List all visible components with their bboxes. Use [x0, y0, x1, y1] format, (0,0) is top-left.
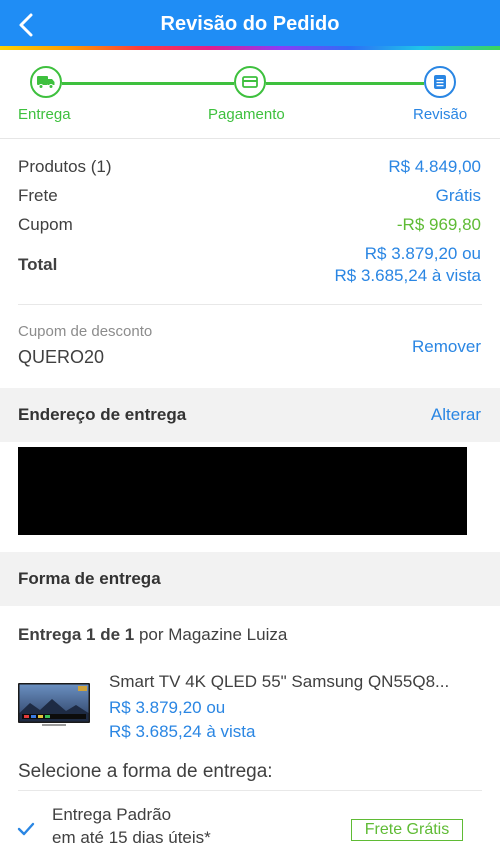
checkout-stepper: Entrega Pagamento Revisão	[0, 54, 500, 139]
step-label-pagamento: Pagamento	[208, 106, 285, 123]
step-pagamento[interactable]	[234, 66, 266, 98]
address-section-header: Endereço de entrega Alterar	[0, 388, 500, 442]
step-label-revisao: Revisão	[413, 106, 468, 123]
coupon-label: Cupom	[18, 215, 73, 234]
total-label: Total	[18, 255, 58, 274]
select-delivery-title: Selecione a forma de entrega:	[18, 761, 273, 782]
delivery-option-eta: em até 15 dias úteis*	[52, 828, 211, 847]
package-seller: por Magazine Luiza	[134, 625, 288, 644]
package-label: Entrega 1 de 1 por Magazine Luiza	[18, 625, 287, 645]
divider	[18, 790, 482, 791]
redacted-address	[18, 447, 467, 535]
brand-stripe	[0, 46, 500, 50]
free-shipping-badge: Frete Grátis	[351, 819, 463, 841]
remove-coupon-link[interactable]: Remover	[412, 337, 481, 357]
step-connector	[266, 82, 424, 85]
delivery-title: Forma de entrega	[18, 569, 161, 588]
product-name: Smart TV 4K QLED 55" Samsung QN55Q8...	[109, 672, 450, 691]
products-label: Produtos (1)	[18, 157, 112, 176]
product-price-installments: R$ 3.879,20 ou	[109, 698, 226, 717]
delivery-section-header: Forma de entrega	[0, 552, 500, 606]
card-icon	[242, 76, 258, 88]
step-connector	[62, 82, 234, 85]
address-title: Endereço de entrega	[18, 405, 187, 424]
truck-icon	[37, 76, 55, 89]
step-revisao[interactable]	[424, 66, 456, 98]
document-icon	[434, 75, 446, 89]
product-thumbnail	[18, 683, 90, 726]
checkmark-icon[interactable]	[17, 822, 35, 836]
product-price-cash: R$ 3.685,24 à vista	[109, 722, 256, 741]
products-value: R$ 4.849,00	[388, 157, 481, 176]
coupon-code: QUERO20	[18, 347, 105, 367]
package-count: Entrega 1 de 1	[18, 625, 135, 644]
step-entrega[interactable]	[30, 66, 62, 98]
total-value-installments: R$ 3.879,20 ou	[364, 244, 481, 263]
page-title: Revisão do Pedido	[160, 13, 340, 35]
change-address-link[interactable]: Alterar	[431, 405, 481, 425]
coupon-value: -R$ 969,80	[396, 215, 481, 234]
step-label-entrega: Entrega	[18, 106, 71, 123]
coupon-field-label: Cupom de desconto	[18, 323, 153, 340]
divider	[18, 304, 482, 305]
delivery-option-name[interactable]: Entrega Padrão	[52, 805, 171, 825]
shipping-value: Grátis	[435, 186, 481, 205]
shipping-label: Frete	[18, 186, 58, 205]
app-bar: Revisão do Pedido	[0, 0, 500, 50]
total-value-cash: R$ 3.685,24 à vista	[334, 266, 481, 285]
